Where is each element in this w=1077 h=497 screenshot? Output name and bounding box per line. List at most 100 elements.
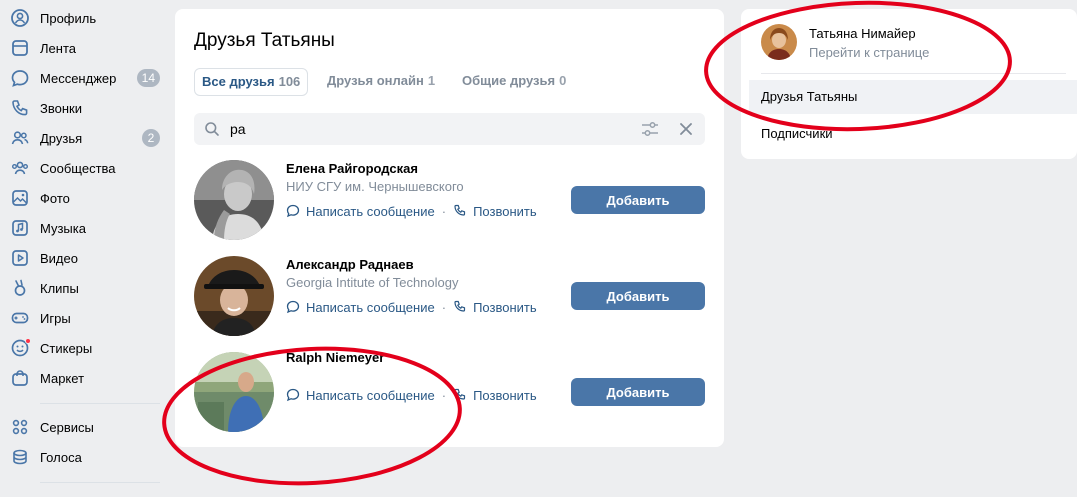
phone-icon [454, 388, 466, 400]
market-icon [10, 368, 30, 388]
message-icon [286, 204, 300, 218]
clear-search-icon[interactable] [679, 122, 693, 136]
nav-item-profile[interactable]: Профиль [0, 3, 165, 33]
tab-friends-online-count: 1 [427, 73, 436, 88]
communities-icon [10, 158, 30, 178]
nav-item-market[interactable]: Маркет [0, 363, 165, 393]
clips-icon [10, 278, 30, 298]
nav-label-stickers: Стикеры [40, 341, 93, 356]
nav-label-market: Маркет [40, 371, 85, 386]
friend-name[interactable]: Елена Райгородская [286, 161, 418, 176]
nav-label-messenger: Мессенджер [40, 71, 117, 86]
nav-label-music: Музыка [40, 221, 86, 236]
stickers-notification-dot [25, 338, 31, 344]
friends-card: Друзья Татьяны Все друзья 106 Друзья онла… [175, 9, 724, 447]
avatar[interactable] [194, 256, 274, 336]
friend-row: Александр Раднаев Georgia Intitute of Te… [194, 256, 705, 336]
write-message-link[interactable]: Написать сообщение [286, 204, 435, 219]
tab-mutual-friends[interactable]: Общие друзья 0 [462, 68, 566, 96]
avatar[interactable] [761, 24, 797, 60]
tab-all-friends[interactable]: Все друзья 106 [194, 68, 309, 96]
messenger-icon [10, 68, 30, 88]
call-link[interactable]: Позвонить [453, 388, 537, 403]
tab-mutual-friends-count: 0 [559, 73, 567, 88]
message-icon [286, 300, 300, 314]
friend-row: Елена Райгородская НИУ СГУ им. Чернышевс… [194, 160, 705, 240]
call-label: Позвонить [473, 203, 537, 219]
write-message-link[interactable]: Написать сообщение [286, 388, 435, 403]
filter-icon[interactable] [641, 121, 659, 137]
music-icon [10, 218, 30, 238]
write-message-link[interactable]: Написать сообщение [286, 300, 435, 315]
nav-item-calls[interactable]: Звонки [0, 93, 165, 123]
nav-label-feed: Лента [40, 41, 76, 56]
action-separator: · [441, 387, 447, 403]
add-friend-button[interactable]: Добавить [571, 378, 705, 406]
message-icon [286, 388, 300, 402]
profile-side-card: Татьяна Нимайер Перейти к странице Друзь… [741, 9, 1077, 159]
nav-item-music[interactable]: Музыка [0, 213, 165, 243]
nav-item-games[interactable]: Игры [0, 303, 165, 333]
nav-item-messenger[interactable]: Мессенджер 14 [0, 63, 165, 93]
nav-item-photo[interactable]: Фото [0, 183, 165, 213]
nav-label-friends: Друзья [40, 131, 83, 146]
action-separator: · [441, 299, 447, 315]
avatar[interactable] [194, 352, 274, 432]
nav-label-clips: Клипы [40, 281, 79, 296]
nav-item-video[interactable]: Видео [0, 243, 165, 273]
call-link[interactable]: Позвонить [453, 300, 537, 315]
nav-item-votes[interactable]: Голоса [0, 442, 165, 472]
profile-owner-name[interactable]: Татьяна Нимайер [809, 26, 916, 41]
call-label: Позвонить [473, 387, 537, 403]
friend-name[interactable]: Александр Раднаев [286, 257, 414, 272]
nav-divider-bottom [40, 482, 160, 483]
friend-university: НИУ СГУ им. Чернышевского [286, 179, 464, 194]
search-input[interactable] [230, 119, 610, 139]
profile-icon [10, 8, 30, 28]
nav-item-friends[interactable]: Друзья 2 [0, 123, 165, 153]
games-icon [10, 308, 30, 328]
nav-item-communities[interactable]: Сообщества [0, 153, 165, 183]
nav-item-clips[interactable]: Клипы [0, 273, 165, 303]
nav-divider [40, 403, 160, 404]
friend-actions: Написать сообщение · Позвонить [286, 298, 537, 316]
add-friend-button[interactable]: Добавить [571, 186, 705, 214]
feed-icon [10, 38, 30, 58]
call-label: Позвонить [473, 299, 537, 315]
services-icon [10, 417, 30, 437]
nav-label-votes: Голоса [40, 450, 82, 465]
side-menu-followers[interactable]: Подписчики [749, 117, 1077, 151]
go-to-page-link[interactable]: Перейти к странице [809, 45, 929, 60]
phone-icon [10, 98, 30, 118]
nav-item-stickers[interactable]: Стикеры [0, 333, 165, 363]
nav-label-calls: Звонки [40, 101, 82, 116]
page-title: Друзья Татьяны [194, 30, 335, 51]
nav-label-video: Видео [40, 251, 78, 266]
search-icon [205, 122, 219, 136]
friend-university: Georgia Intitute of Technology [286, 275, 459, 290]
side-menu-friends[interactable]: Друзья Татьяны [749, 80, 1077, 114]
avatar[interactable] [194, 160, 274, 240]
side-divider [761, 73, 1066, 74]
photo-icon [10, 188, 30, 208]
friends-icon [10, 128, 30, 148]
tab-all-friends-count: 106 [278, 74, 301, 89]
votes-icon [10, 447, 30, 467]
nav-item-feed[interactable]: Лента [0, 33, 165, 63]
nav-label-photo: Фото [40, 191, 70, 206]
friend-actions: Написать сообщение · Позвонить [286, 386, 537, 404]
friend-name[interactable]: Ralph Niemeyer [286, 350, 384, 365]
phone-icon [454, 300, 466, 312]
phone-icon [454, 204, 466, 216]
nav-label-profile: Профиль [40, 11, 97, 26]
messenger-badge: 14 [136, 69, 160, 87]
video-icon [10, 248, 30, 268]
nav-item-services[interactable]: Сервисы [0, 412, 165, 442]
nav-label-services: Сервисы [40, 420, 94, 435]
tab-friends-online[interactable]: Друзья онлайн 1 [327, 68, 435, 96]
add-friend-button[interactable]: Добавить [571, 282, 705, 310]
tab-mutual-friends-label: Общие друзья [462, 73, 556, 88]
write-message-label: Написать сообщение [306, 387, 435, 403]
friend-row: Ralph Niemeyer Написать сообщение · Позв… [194, 350, 705, 432]
call-link[interactable]: Позвонить [453, 204, 537, 219]
